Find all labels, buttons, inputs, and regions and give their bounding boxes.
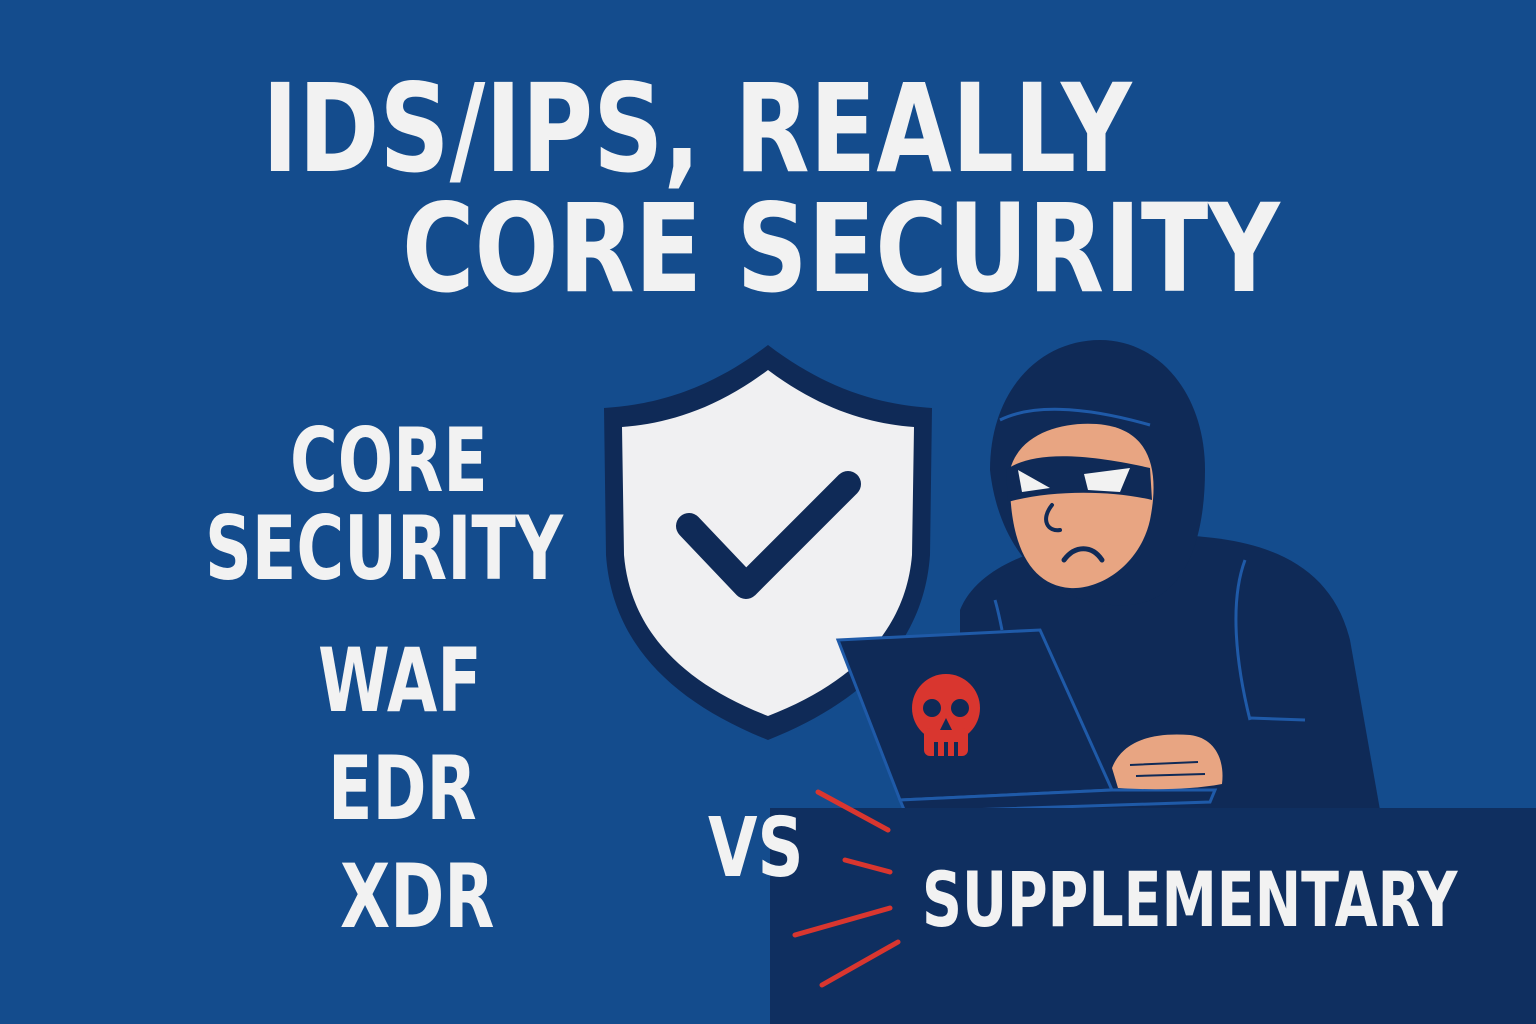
versus-label: VS [708, 801, 804, 896]
poster: IDS/IPS, REALLY CORE SECURITY CORE SECUR… [0, 0, 1536, 1024]
supplementary-label: SUPPLEMENTARY [922, 855, 1458, 944]
